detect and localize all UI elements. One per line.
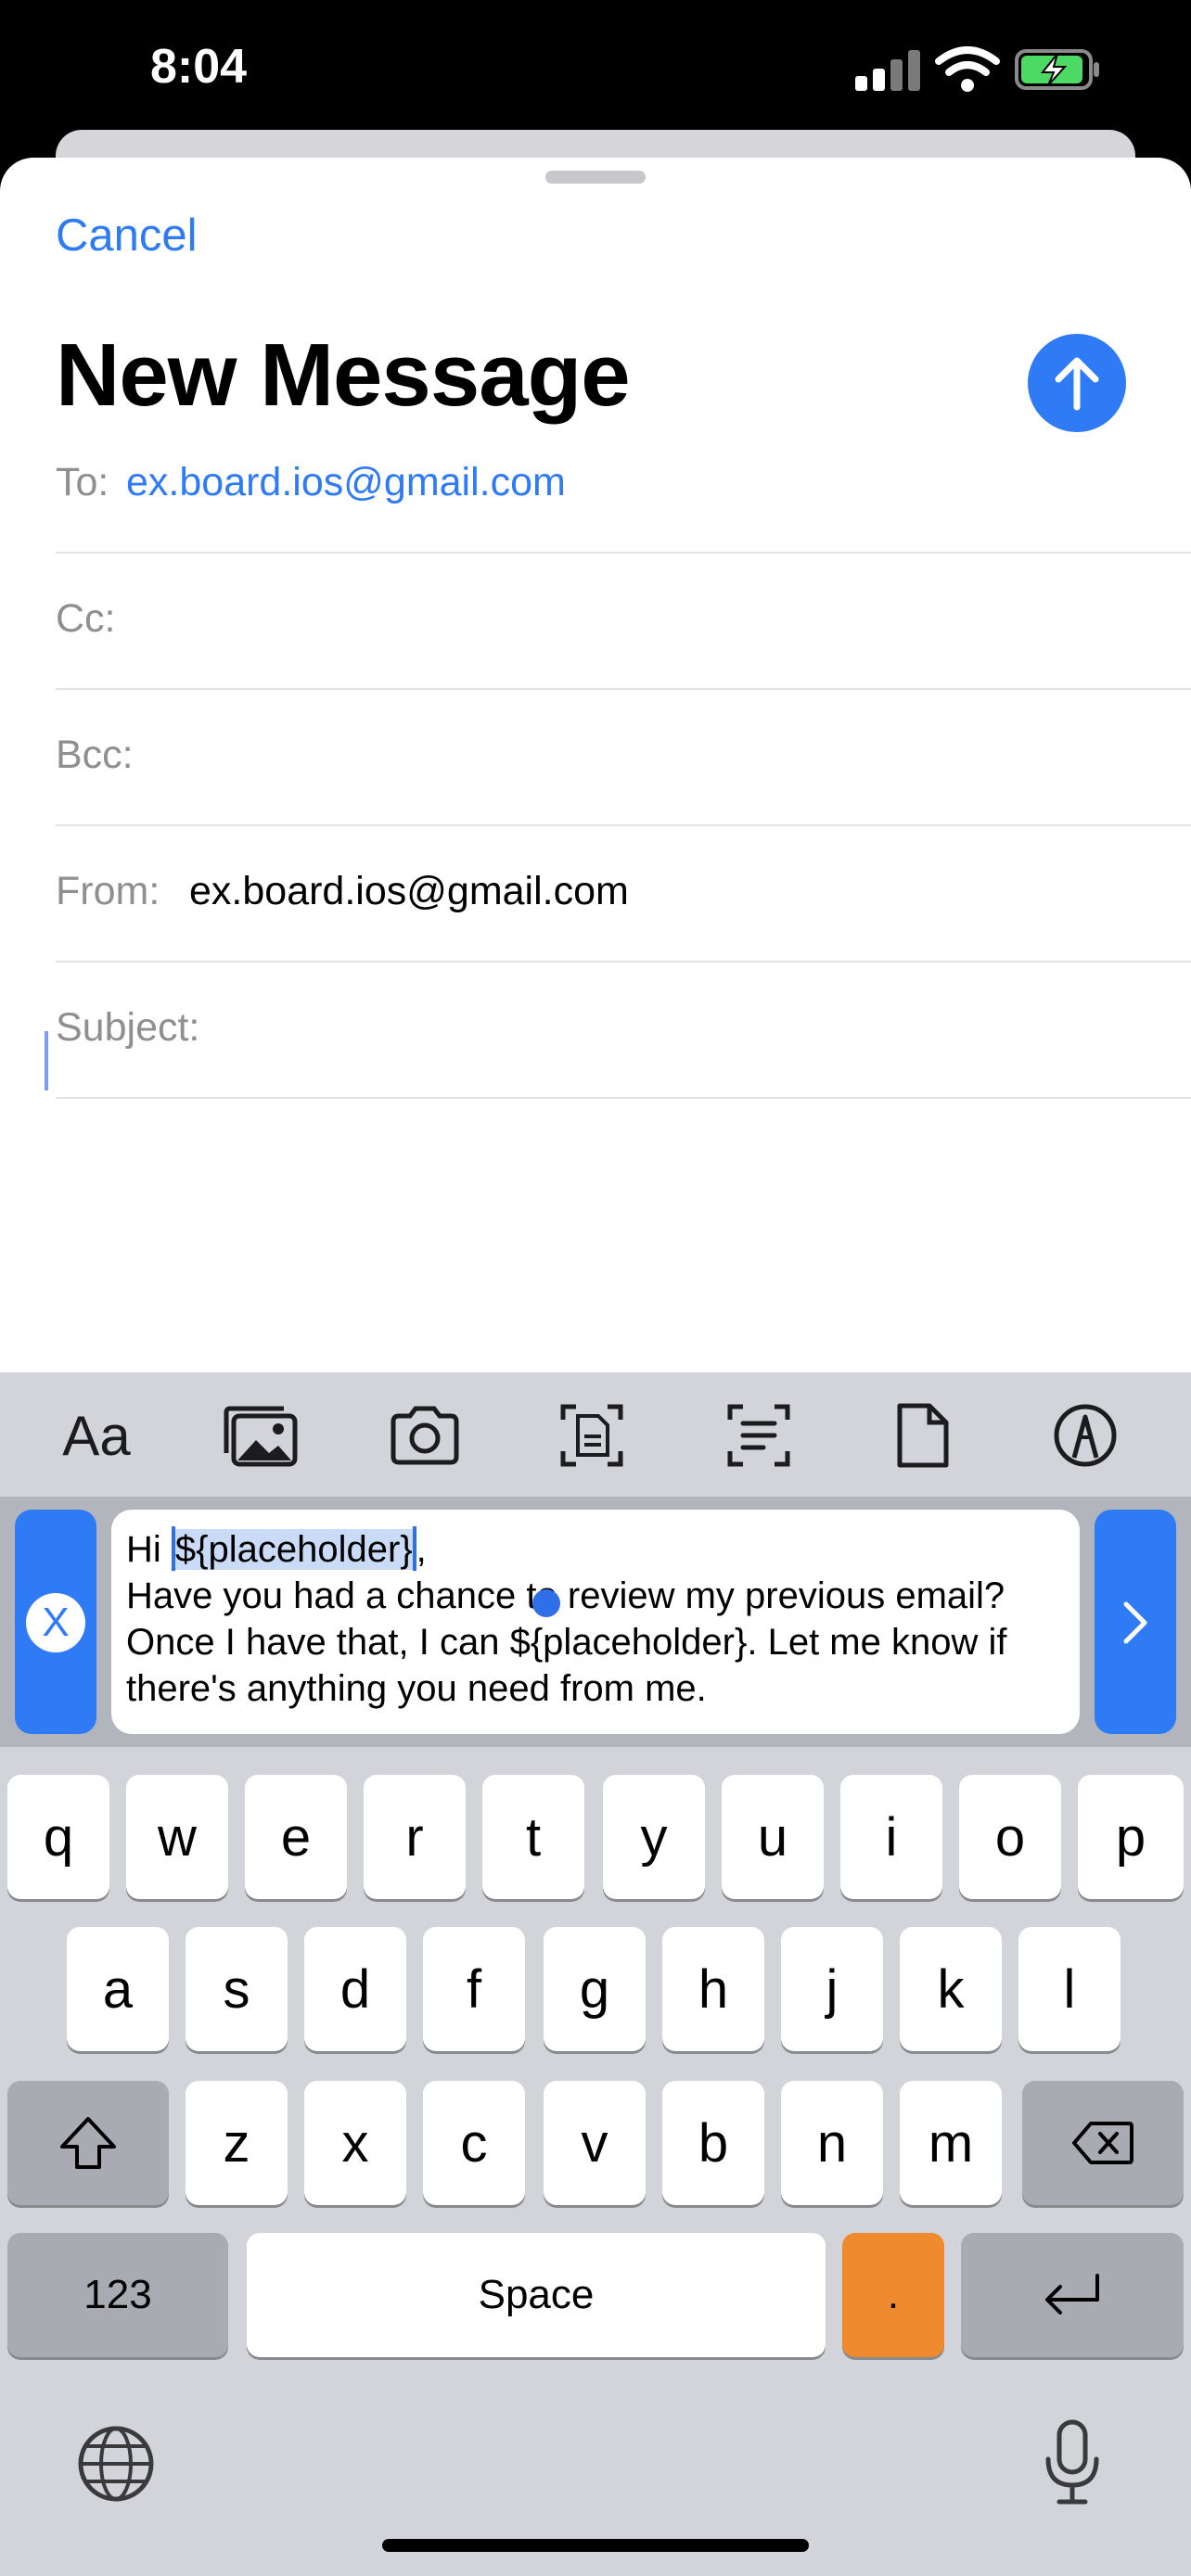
selected-placeholder[interactable]: ${placeholder} (174, 1529, 413, 1570)
from-label: From: (56, 869, 160, 913)
key-b[interactable]: b (662, 2081, 764, 2205)
snippet-text-area[interactable]: Hi ${placeholder}, Have you had a chance… (111, 1510, 1080, 1734)
key-c[interactable]: c (423, 2081, 525, 2205)
return-key[interactable] (961, 2233, 1184, 2357)
key-w[interactable]: w (126, 1775, 228, 1899)
key-o[interactable]: o (959, 1775, 1061, 1899)
key-i[interactable]: i (840, 1775, 942, 1899)
attach-file-button[interactable] (883, 1398, 961, 1473)
dismiss-snippet-panel[interactable]: X (15, 1510, 96, 1734)
bcc-field[interactable]: Bcc: (56, 690, 1191, 826)
cellular-signal-icon (855, 48, 920, 91)
battery-charging-icon (1015, 49, 1099, 90)
key-v[interactable]: v (544, 2081, 646, 2205)
photo-library-icon (224, 1406, 298, 1467)
format-text-button[interactable]: Aa (58, 1398, 135, 1473)
bcc-label: Bcc: (56, 733, 134, 777)
microphone-icon[interactable] (1043, 2418, 1102, 2507)
from-field[interactable]: From: ex.board.ios@gmail.com (56, 826, 1191, 963)
snippet-suggestion-bar: X Hi ${placeholder}, Have you had a chan… (0, 1497, 1191, 1747)
subject-field[interactable]: Subject: (56, 963, 1191, 1099)
wifi-icon (935, 46, 1000, 92)
key-d[interactable]: d (304, 1927, 406, 2051)
numbers-key[interactable]: 123 (7, 2233, 228, 2357)
delete-key[interactable] (1022, 2081, 1184, 2205)
key-t[interactable]: t (482, 1775, 584, 1899)
key-s[interactable]: s (186, 1927, 288, 2051)
markup-pen-icon (1054, 1404, 1117, 1467)
scan-text-button[interactable] (720, 1398, 798, 1473)
scan-text-icon (727, 1404, 790, 1467)
next-snippet-button[interactable] (1095, 1510, 1176, 1734)
shift-key[interactable] (7, 2081, 169, 2205)
key-p[interactable]: p (1078, 1775, 1184, 1899)
selection-handle[interactable] (532, 1589, 560, 1617)
shift-icon (60, 2117, 116, 2169)
photo-library-button[interactable] (221, 1398, 299, 1473)
key-g[interactable]: g (544, 1927, 646, 2051)
cc-field[interactable]: Cc: (56, 554, 1191, 690)
document-icon (897, 1403, 949, 1468)
chevron-right-icon (1123, 1601, 1147, 1644)
status-bar: 8:04 (0, 0, 1191, 130)
scan-document-icon (560, 1404, 623, 1467)
to-field[interactable]: To: ex.board.ios@gmail.com (56, 417, 1191, 554)
page-title: New Message (56, 325, 631, 425)
key-y[interactable]: y (603, 1775, 705, 1899)
close-icon[interactable]: X (26, 1593, 85, 1652)
snippet-greeting: Hi (126, 1529, 172, 1570)
period-key[interactable]: . (842, 2233, 944, 2357)
camera-button[interactable] (386, 1398, 464, 1473)
body-text-cursor (45, 1031, 48, 1090)
key-z[interactable]: z (186, 2081, 288, 2205)
to-recipient[interactable]: ex.board.ios@gmail.com (126, 460, 566, 505)
cancel-button[interactable]: Cancel (56, 210, 198, 261)
sheet-grabber[interactable] (545, 171, 646, 184)
space-key[interactable]: Space (247, 2233, 826, 2357)
scan-document-button[interactable] (553, 1398, 631, 1473)
return-icon (1045, 2274, 1099, 2315)
key-k[interactable]: k (900, 1927, 1002, 2051)
to-label: To: (56, 460, 109, 504)
markup-button[interactable] (1046, 1398, 1124, 1473)
key-m[interactable]: m (900, 2081, 1002, 2205)
from-value[interactable]: ex.board.ios@gmail.com (189, 869, 629, 914)
key-u[interactable]: u (722, 1775, 824, 1899)
key-l[interactable]: l (1018, 1927, 1121, 2051)
cc-label: Cc: (56, 596, 116, 641)
arrow-up-icon (1055, 357, 1099, 411)
camera-icon (391, 1406, 459, 1465)
snippet-text[interactable]: Hi ${placeholder}, Have you had a chance… (126, 1526, 1072, 1712)
snippet-body: Have you had a chance to review my previ… (126, 1575, 1007, 1709)
key-f[interactable]: f (423, 1927, 525, 2051)
format-toolbar: Aa (0, 1372, 1191, 1497)
key-r[interactable]: r (364, 1775, 466, 1899)
snippet-comma: , (416, 1529, 427, 1570)
keyboard: q w e r t y u i o p a s d f g h j k l z … (0, 1747, 1191, 2576)
status-time: 8:04 (150, 40, 248, 94)
key-x[interactable]: x (304, 2081, 406, 2205)
home-indicator[interactable] (382, 2539, 809, 2552)
key-h[interactable]: h (662, 1927, 764, 2051)
backspace-icon (1072, 2122, 1133, 2164)
subject-label: Subject: (56, 1005, 200, 1050)
key-j[interactable]: j (781, 1927, 883, 2051)
globe-icon[interactable] (76, 2424, 156, 2504)
key-q[interactable]: q (7, 1775, 109, 1899)
key-e[interactable]: e (245, 1775, 347, 1899)
key-n[interactable]: n (781, 2081, 883, 2205)
key-a[interactable]: a (67, 1927, 169, 2051)
